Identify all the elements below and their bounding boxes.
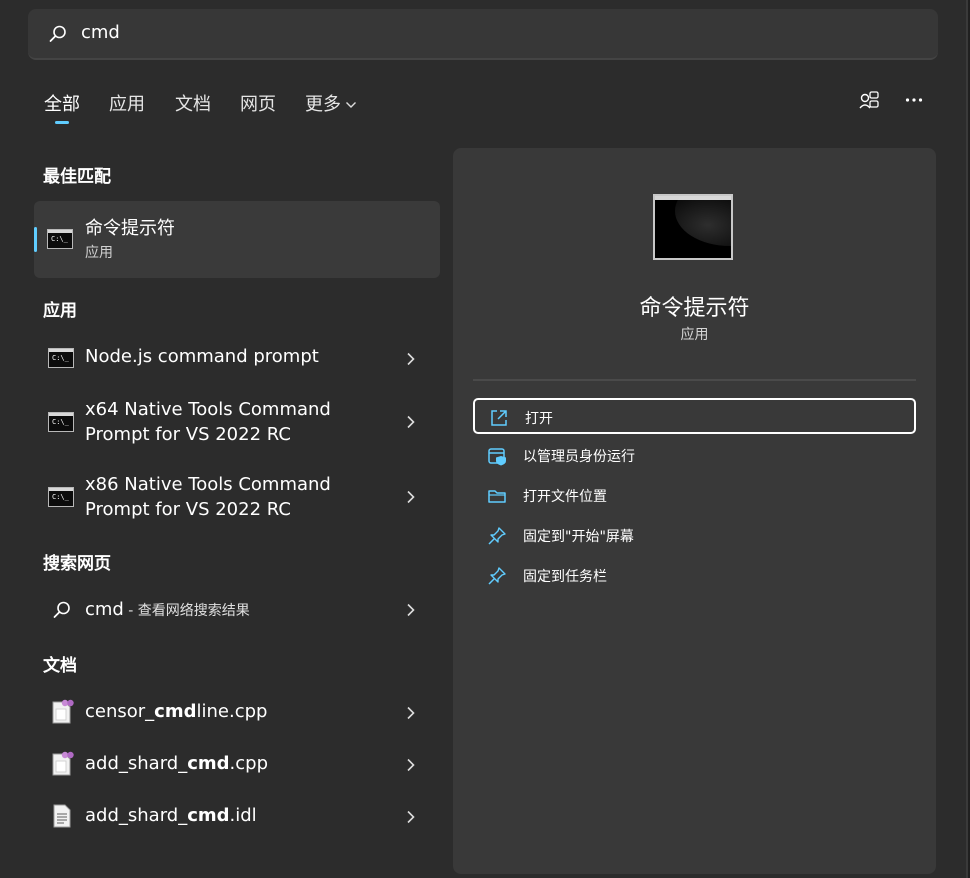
document-name: censor_cmdline.cpp: [85, 701, 268, 722]
app-item-label-line1: x64 Native Tools Command: [85, 399, 331, 420]
document-item[interactable]: censor_cmdline.cpp: [34, 688, 440, 736]
preview-subtitle: 应用: [680, 327, 709, 343]
web-search-label: cmd - 查看网络搜索结果: [85, 597, 250, 624]
app-item-nodejs[interactable]: C:\_ Node.js command prompt: [34, 333, 440, 381]
admin-shield-icon: [488, 448, 506, 466]
action-run-as-admin[interactable]: 以管理员身份运行: [473, 438, 916, 474]
open-external-icon: [491, 410, 507, 426]
folder-icon: [488, 490, 506, 503]
action-pin-to-taskbar[interactable]: 固定到任务栏: [473, 558, 916, 594]
pin-icon: [488, 527, 506, 545]
web-search-term: cmd: [85, 599, 124, 620]
action-label: 以管理员身份运行: [523, 449, 635, 465]
section-apps: 应用: [43, 301, 77, 321]
preview-divider: [473, 379, 916, 381]
selection-indicator: [34, 227, 37, 252]
action-label: 打开: [525, 411, 553, 427]
account-switch-icon[interactable]: [858, 90, 880, 112]
chevron-right-icon[interactable]: [406, 490, 416, 504]
tab-documents[interactable]: 文档: [175, 90, 211, 116]
chevron-right-icon[interactable]: [406, 758, 416, 772]
action-open[interactable]: 打开: [473, 398, 916, 434]
action-pin-to-start[interactable]: 固定到"开始"屏幕: [473, 518, 916, 554]
tab-web[interactable]: 网页: [240, 90, 276, 116]
pin-icon: [488, 567, 506, 585]
cmd-icon: C:\_: [47, 229, 73, 249]
app-item-x86-tools[interactable]: C:\_ x86 Native Tools Command Prompt for…: [34, 465, 440, 529]
active-tab-indicator: [55, 121, 69, 124]
web-search-note: - 查看网络搜索结果: [123, 603, 250, 619]
best-match-subtitle: 应用: [85, 245, 113, 261]
search-input[interactable]: cmd: [81, 22, 120, 43]
action-label: 固定到"开始"屏幕: [523, 529, 634, 545]
chevron-right-icon[interactable]: [406, 352, 416, 366]
search-icon: [53, 601, 70, 618]
document-name: add_shard_cmd.idl: [85, 805, 257, 826]
tab-more[interactable]: 更多: [305, 90, 357, 116]
tab-apps[interactable]: 应用: [109, 90, 145, 116]
search-panel: cmd 全部 应用 文档 网页 更多 最佳匹配 C:\_ 命令提示符 应用 应用…: [0, 0, 968, 878]
chevron-right-icon[interactable]: [406, 810, 416, 824]
chevron-right-icon[interactable]: [406, 415, 416, 429]
section-documents: 文档: [43, 656, 77, 676]
preview-title: 命令提示符: [639, 296, 750, 321]
cpp-file-icon: [52, 751, 74, 776]
text-file-icon: [53, 804, 71, 828]
tab-all[interactable]: 全部: [44, 90, 80, 116]
app-item-label-line2: Prompt for VS 2022 RC: [85, 499, 291, 520]
section-best-match: 最佳匹配: [43, 167, 111, 187]
more-options-icon[interactable]: [905, 96, 923, 104]
best-match-title: 命令提示符: [85, 218, 175, 239]
section-search-web: 搜索网页: [43, 554, 111, 574]
document-item[interactable]: add_shard_cmd.cpp: [34, 740, 440, 788]
tab-more-label: 更多: [305, 94, 341, 115]
chevron-right-icon[interactable]: [406, 706, 416, 720]
best-match-item[interactable]: C:\_ 命令提示符 应用: [34, 201, 440, 278]
document-name: add_shard_cmd.cpp: [85, 753, 269, 774]
app-item-label-line2: Prompt for VS 2022 RC: [85, 424, 291, 445]
app-item-label: Node.js command prompt: [85, 346, 319, 367]
chevron-down-icon: [346, 102, 356, 108]
app-item-label-line1: x86 Native Tools Command: [85, 474, 331, 495]
search-icon: [49, 25, 66, 42]
search-box[interactable]: cmd: [28, 9, 938, 60]
action-label: 固定到任务栏: [523, 569, 607, 585]
cpp-file-icon: [52, 699, 74, 724]
document-item[interactable]: add_shard_cmd.idl: [34, 792, 440, 840]
cmd-icon: C:\_: [48, 412, 74, 432]
cmd-large-icon: [653, 194, 733, 260]
web-search-item[interactable]: cmd - 查看网络搜索结果: [34, 586, 440, 634]
cmd-icon: C:\_: [48, 348, 74, 368]
app-item-x64-tools[interactable]: C:\_ x64 Native Tools Command Prompt for…: [34, 390, 440, 454]
cmd-icon: C:\_: [48, 487, 74, 507]
preview-pane: 命令提示符 应用 打开 以管理员身份运行 打开文件位置 固定到"开始"屏幕 固定…: [453, 148, 936, 874]
action-open-file-location[interactable]: 打开文件位置: [473, 478, 916, 514]
action-label: 打开文件位置: [523, 489, 607, 505]
chevron-right-icon[interactable]: [406, 603, 416, 617]
